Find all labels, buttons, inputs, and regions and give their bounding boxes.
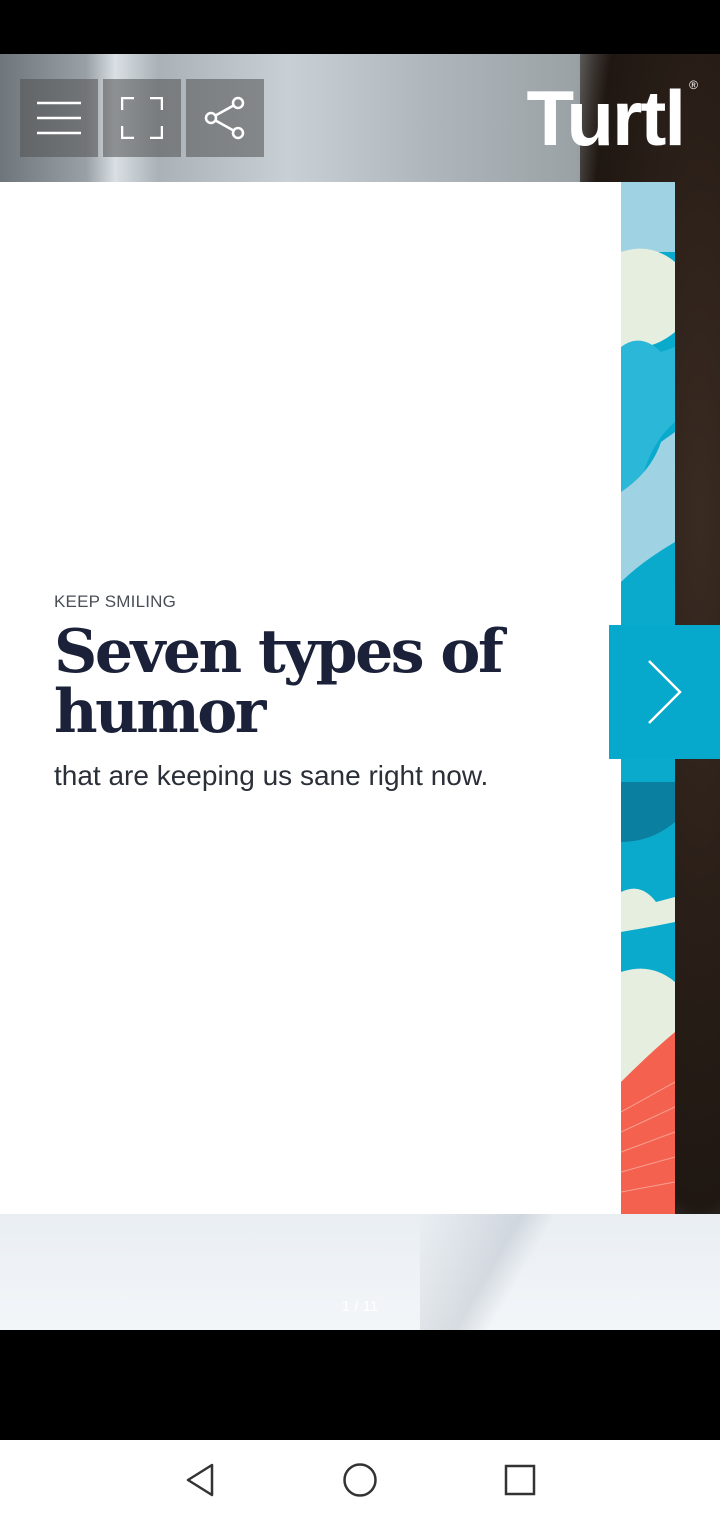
status-bar xyxy=(0,0,720,54)
hamburger-menu-icon xyxy=(37,101,81,135)
page-kicker: KEEP SMILING xyxy=(54,592,177,611)
registered-mark: ® xyxy=(689,78,698,92)
nav-back-button[interactable] xyxy=(178,1458,222,1502)
page-headline: Seven types of humor xyxy=(54,617,504,747)
screen-spacer xyxy=(0,1330,720,1440)
viewer-toolbar xyxy=(20,79,264,157)
page-counter: 1 / 11 xyxy=(341,1298,379,1315)
share-button[interactable] xyxy=(186,79,264,157)
turtl-logo: Turtl ® xyxy=(526,78,698,158)
fullscreen-icon xyxy=(121,97,163,139)
share-icon xyxy=(204,96,245,140)
brand-name: Turtl xyxy=(526,74,686,162)
fullscreen-button[interactable] xyxy=(103,79,181,157)
page-card: KEEP SMILING Seven types of humor that a… xyxy=(0,182,621,1214)
nav-recents-button[interactable] xyxy=(498,1458,542,1502)
next-page-button[interactable] xyxy=(609,625,720,759)
document-viewer: Turtl ® KEEP SMILING Seven types of humo… xyxy=(0,54,720,1330)
system-navigation-bar xyxy=(0,1440,720,1520)
page-subtitle: that are keeping us sane right now. xyxy=(54,760,489,791)
back-icon xyxy=(186,1463,214,1497)
chevron-right-icon xyxy=(647,660,682,724)
menu-button[interactable] xyxy=(20,79,98,157)
nav-home-button[interactable] xyxy=(338,1458,382,1502)
recents-icon xyxy=(504,1464,536,1496)
home-icon xyxy=(343,1463,377,1497)
